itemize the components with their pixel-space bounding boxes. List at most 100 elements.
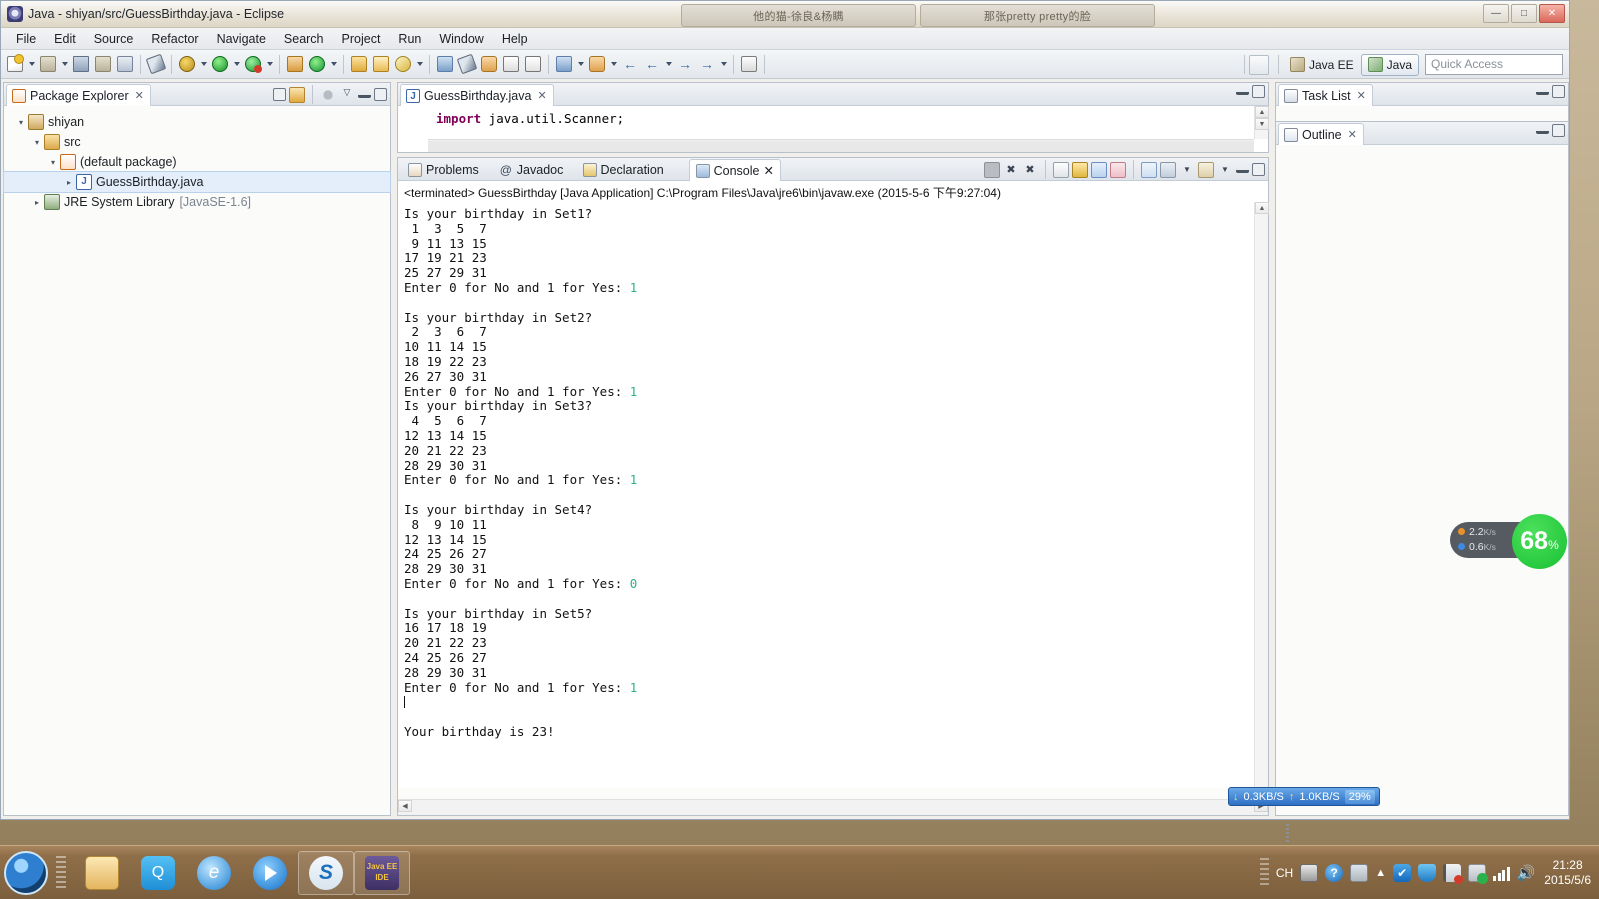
chevron-down-icon[interactable] xyxy=(328,54,339,75)
minimize-icon[interactable] xyxy=(358,92,371,98)
scroll-up-icon[interactable]: ▲ xyxy=(1255,106,1269,118)
start-orb-icon[interactable] xyxy=(4,850,48,895)
media-player-tabs[interactable]: 他的猫-徐良&杨瞒 那张pretty pretty的脸 xyxy=(681,4,1159,27)
show-hidden-icons-icon[interactable]: ▲ xyxy=(1375,867,1386,879)
menu-refactor[interactable]: Refactor xyxy=(142,30,207,48)
collapse-all-icon[interactable] xyxy=(273,88,286,101)
last-edit-location-icon[interactable] xyxy=(435,54,455,75)
memory-usage-ball[interactable]: 68% xyxy=(1512,514,1567,569)
chevron-down-icon[interactable] xyxy=(59,54,70,75)
previous-annotation-icon[interactable] xyxy=(479,54,499,75)
toggle-word-wrap-icon[interactable] xyxy=(523,54,543,75)
close-icon[interactable]: ✕ xyxy=(1357,89,1366,102)
sogou-tray-icon[interactable]: ✔ xyxy=(1393,863,1412,882)
search-icon[interactable] xyxy=(393,54,413,75)
security-shield-icon[interactable] xyxy=(1418,863,1437,882)
menu-navigate[interactable]: Navigate xyxy=(208,30,275,48)
minimize-button[interactable]: — xyxy=(1483,4,1509,23)
back-history-icon[interactable] xyxy=(642,54,662,75)
editor-horizontal-scrollbar[interactable] xyxy=(428,139,1254,152)
scroll-up-icon[interactable]: ▲ xyxy=(1255,202,1269,214)
menu-bar[interactable]: File Edit Source Refactor Navigate Searc… xyxy=(1,28,1569,50)
chevron-down-icon[interactable]: ▾ xyxy=(14,118,28,127)
prev-edit-icon[interactable] xyxy=(587,54,607,75)
network-speed-bar[interactable]: ↓ 0.3KB/S ↑ 1.0KB/S 29% xyxy=(1228,787,1380,806)
run-icon[interactable] xyxy=(210,54,230,75)
media-tab-1[interactable]: 他的猫-徐良&杨瞒 xyxy=(681,4,916,27)
chevron-down-icon[interactable]: ▾ xyxy=(46,158,60,167)
clear-console-icon[interactable] xyxy=(1053,161,1069,178)
toggle-block-selection-icon[interactable] xyxy=(501,54,521,75)
menu-help[interactable]: Help xyxy=(493,30,537,48)
editor-body[interactable]: import java.util.Scanner; ▲ ▼ xyxy=(398,106,1269,152)
scroll-left-icon[interactable]: ◀ xyxy=(398,800,412,812)
quick-access-input[interactable]: Quick Access xyxy=(1425,54,1563,75)
open-console-dropdown-icon[interactable]: ▼ xyxy=(1217,162,1233,178)
tree-node-shiyan[interactable]: ▾ shiyan xyxy=(4,112,390,132)
system-tray[interactable]: CH ? ▲ ✔ 🔊 21:28 2015/5/6 xyxy=(1259,857,1599,888)
open-perspective-icon[interactable] xyxy=(1248,54,1269,75)
external-tools-icon[interactable] xyxy=(177,54,197,75)
window-switch-icon[interactable] xyxy=(1350,863,1369,882)
minimize-icon[interactable] xyxy=(1536,89,1549,95)
tab-declaration[interactable]: Declaration xyxy=(577,159,670,181)
ime-indicator[interactable]: CH xyxy=(1276,866,1293,880)
maximize-icon[interactable] xyxy=(1252,85,1265,98)
debug-icon[interactable] xyxy=(243,54,263,75)
chevron-down-icon[interactable] xyxy=(718,54,729,75)
console-horizontal-scrollbar[interactable]: ◀ ▶ xyxy=(398,799,1268,815)
minimize-icon[interactable] xyxy=(1236,167,1249,173)
next-annotation-icon[interactable] xyxy=(456,53,478,75)
open-task-icon[interactable] xyxy=(371,54,391,75)
chevron-down-icon[interactable] xyxy=(663,54,674,75)
back-icon[interactable] xyxy=(620,54,640,75)
chevron-down-icon[interactable] xyxy=(198,54,209,75)
menu-edit[interactable]: Edit xyxy=(45,30,85,48)
file-explorer-button[interactable] xyxy=(74,851,130,895)
tray-grip[interactable] xyxy=(1259,857,1269,888)
eclipse-java-ee-ide-button[interactable]: Java EE IDE xyxy=(354,850,410,895)
taskbar[interactable]: Qe S Java EE IDE CH ? ▲ ✔ 🔊 21:28 2015/5/6 xyxy=(0,845,1599,899)
show-console-on-error-icon[interactable] xyxy=(1110,161,1126,178)
console-tools[interactable]: ✖ ✖ ▼ ▼ xyxy=(984,160,1265,179)
show-console-on-output-icon[interactable] xyxy=(1091,161,1107,178)
main-toolbar[interactable]: Java EE Java Quick Access xyxy=(1,50,1569,79)
chevron-down-icon[interactable] xyxy=(414,54,425,75)
taskbar-grip[interactable] xyxy=(56,855,66,890)
task-list-tools[interactable] xyxy=(1536,85,1565,98)
remove-launch-icon[interactable]: ✖ xyxy=(1003,162,1019,178)
editor-hscroll-thumb[interactable] xyxy=(428,141,1254,152)
close-icon[interactable]: ✕ xyxy=(763,163,773,178)
package-explorer-tools[interactable]: ▽ xyxy=(273,85,387,104)
chevron-down-icon[interactable] xyxy=(608,54,619,75)
help-icon[interactable]: ? xyxy=(1325,863,1344,882)
tree-node-guessbirthday-java[interactable]: ▸ J GuessBirthday.java xyxy=(3,171,391,193)
console-vertical-scrollbar[interactable]: ▲ xyxy=(1254,202,1269,788)
window-sash-handle[interactable] xyxy=(1286,824,1289,842)
minimize-icon[interactable] xyxy=(1536,128,1549,134)
menu-source[interactable]: Source xyxy=(85,30,143,48)
view-menu-icon[interactable] xyxy=(320,86,336,103)
maximize-icon[interactable] xyxy=(1552,85,1565,98)
remove-all-terminated-icon[interactable]: ✖ xyxy=(1022,162,1038,178)
editor-tools[interactable] xyxy=(1236,85,1265,98)
tab-javadoc[interactable]: @ Javadoc xyxy=(493,159,570,181)
window-controls[interactable]: — □ ✕ xyxy=(1483,4,1565,23)
new-wizard-icon[interactable] xyxy=(5,54,25,75)
tab-console[interactable]: Console ✕ xyxy=(688,159,781,181)
media-player-button[interactable] xyxy=(242,851,298,895)
terminate-icon[interactable] xyxy=(984,161,1000,178)
chevron-right-icon[interactable]: ▸ xyxy=(62,178,76,187)
perspective-java-ee[interactable]: Java EE xyxy=(1283,54,1361,76)
keyboard-icon[interactable] xyxy=(1300,863,1319,882)
forward-history-icon[interactable] xyxy=(697,54,717,75)
project-tree[interactable]: ▾ shiyan ▾ src ▾ (default package) ▸ J GuessBirt… xyxy=(3,106,391,212)
action-center-flag-icon[interactable] xyxy=(1443,863,1464,884)
chevron-down-icon[interactable]: ▾ xyxy=(30,138,44,147)
forward-icon[interactable] xyxy=(675,54,695,75)
save-all-icon[interactable] xyxy=(93,54,113,75)
console-tabbar[interactable]: Problems @ Javadoc Declaration Console ✕ ✖ ✖ xyxy=(398,158,1268,181)
open-console-icon[interactable] xyxy=(1198,161,1214,178)
network-monitor-widget[interactable]: 2.2K/s 0.6K/s 68% xyxy=(1450,514,1599,569)
new-java-package-icon[interactable] xyxy=(285,54,305,75)
